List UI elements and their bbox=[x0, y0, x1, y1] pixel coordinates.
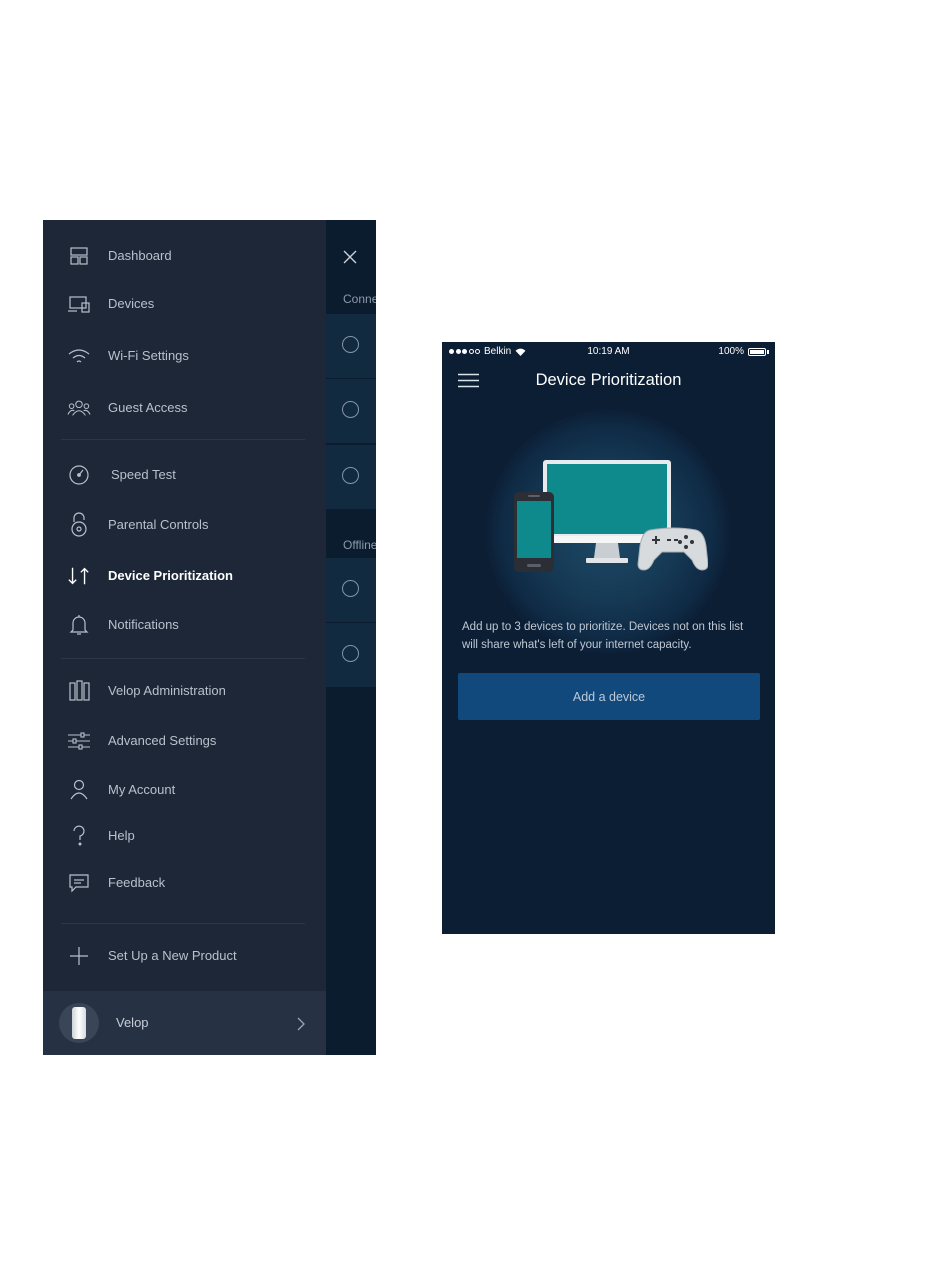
menu-item-notifications[interactable]: Notifications bbox=[43, 607, 326, 643]
menu-item-label: Wi-Fi Settings bbox=[108, 348, 189, 363]
menu-item-help[interactable]: Help bbox=[43, 818, 326, 854]
bell-icon bbox=[67, 613, 91, 637]
radio-circle[interactable] bbox=[342, 645, 359, 662]
menu-item-set-up-new-product[interactable]: Set Up a New Product bbox=[43, 938, 326, 974]
menu-item-velop-administration[interactable]: Velop Administration bbox=[43, 673, 326, 709]
radio-circle[interactable] bbox=[342, 401, 359, 418]
device-row[interactable] bbox=[326, 622, 376, 687]
menu-item-wifi-settings[interactable]: Wi-Fi Settings bbox=[43, 338, 326, 374]
menu-item-dashboard[interactable]: Dashboard bbox=[43, 238, 326, 274]
dashboard-icon bbox=[67, 244, 91, 268]
speedometer-icon bbox=[67, 463, 91, 487]
menu-divider bbox=[61, 658, 305, 659]
menu-item-label: Advanced Settings bbox=[108, 733, 217, 748]
velop-nodes-icon bbox=[67, 679, 91, 703]
device-row[interactable] bbox=[326, 313, 376, 378]
smartphone-illustration bbox=[514, 492, 554, 572]
menu-item-label: Velop Administration bbox=[108, 683, 226, 698]
menu-item-label: Devices bbox=[108, 296, 155, 311]
status-bar: Belkin 10:19 AM 100% bbox=[442, 342, 775, 362]
question-icon bbox=[67, 824, 91, 848]
menu-item-label: Device Prioritization bbox=[108, 568, 233, 583]
prioritization-description: Add up to 3 devices to prioritize. Devic… bbox=[462, 621, 744, 651]
sliders-icon bbox=[67, 729, 91, 753]
gamepad-illustration bbox=[637, 527, 708, 571]
menu-item-parental-controls[interactable]: Parental Controls bbox=[43, 507, 326, 543]
menu-item-label: Set Up a New Product bbox=[108, 948, 237, 963]
velop-node-avatar bbox=[59, 1003, 99, 1043]
navigation-drawer: Dashboard Devices Wi-Fi Settings Guest A… bbox=[43, 220, 326, 1055]
wifi-icon bbox=[67, 344, 91, 368]
section-label-offline: Offline bbox=[343, 538, 376, 552]
menu-item-advanced-settings[interactable]: Advanced Settings bbox=[43, 723, 326, 759]
guest-access-icon bbox=[67, 396, 91, 420]
chat-bubble-icon bbox=[67, 871, 91, 895]
menu-item-label: Speed Test bbox=[111, 467, 176, 482]
prioritization-arrows-icon bbox=[67, 564, 91, 588]
close-icon[interactable] bbox=[341, 248, 359, 266]
menu-item-device-prioritization[interactable]: Device Prioritization bbox=[43, 558, 326, 594]
add-device-button[interactable]: Add a device bbox=[458, 673, 760, 720]
lock-icon bbox=[67, 512, 91, 537]
status-battery: 100% bbox=[718, 346, 769, 357]
person-icon bbox=[67, 778, 91, 802]
device-prioritization-screenshot: Belkin 10:19 AM 100% Device Prioritizati… bbox=[442, 342, 775, 934]
menu-item-label: Notifications bbox=[108, 617, 179, 632]
menu-item-my-account[interactable]: My Account bbox=[43, 772, 326, 808]
menu-item-feedback[interactable]: Feedback bbox=[43, 865, 326, 901]
menu-item-label: Dashboard bbox=[108, 248, 172, 263]
device-row[interactable] bbox=[326, 444, 376, 509]
menu-item-label: Parental Controls bbox=[108, 517, 209, 532]
menu-item-label: Feedback bbox=[108, 875, 166, 890]
devices-icon bbox=[67, 292, 91, 316]
device-row[interactable] bbox=[326, 378, 376, 443]
menu-item-speed-test[interactable]: Speed Test bbox=[43, 457, 326, 493]
menu-divider bbox=[61, 439, 305, 440]
menu-divider bbox=[61, 923, 305, 924]
menu-item-label: Help bbox=[108, 828, 135, 843]
menu-item-label: Guest Access bbox=[108, 400, 188, 415]
page-title: Device Prioritization bbox=[535, 371, 682, 389]
battery-icon bbox=[748, 347, 766, 356]
menu-item-guest-access[interactable]: Guest Access bbox=[43, 390, 326, 426]
device-row[interactable] bbox=[326, 557, 376, 622]
menu-item-devices[interactable]: Devices bbox=[43, 286, 326, 322]
chevron-right-icon bbox=[297, 1017, 305, 1031]
radio-circle[interactable] bbox=[342, 336, 359, 353]
battery-percent: 100% bbox=[718, 346, 744, 357]
menu-screenshot: Conne Offline Dashboard Devices Wi-Fi Se… bbox=[43, 220, 376, 1055]
velop-network-label: Velop bbox=[116, 1015, 149, 1030]
velop-network-selector[interactable]: Velop bbox=[43, 991, 326, 1055]
plus-icon bbox=[67, 944, 91, 968]
section-label-connected: Conne bbox=[343, 292, 376, 306]
radio-circle[interactable] bbox=[342, 580, 359, 597]
devices-illustration bbox=[514, 460, 708, 572]
devices-screen-background: Conne Offline bbox=[326, 220, 376, 1055]
menu-item-label: My Account bbox=[108, 782, 176, 797]
radio-circle[interactable] bbox=[342, 467, 359, 484]
